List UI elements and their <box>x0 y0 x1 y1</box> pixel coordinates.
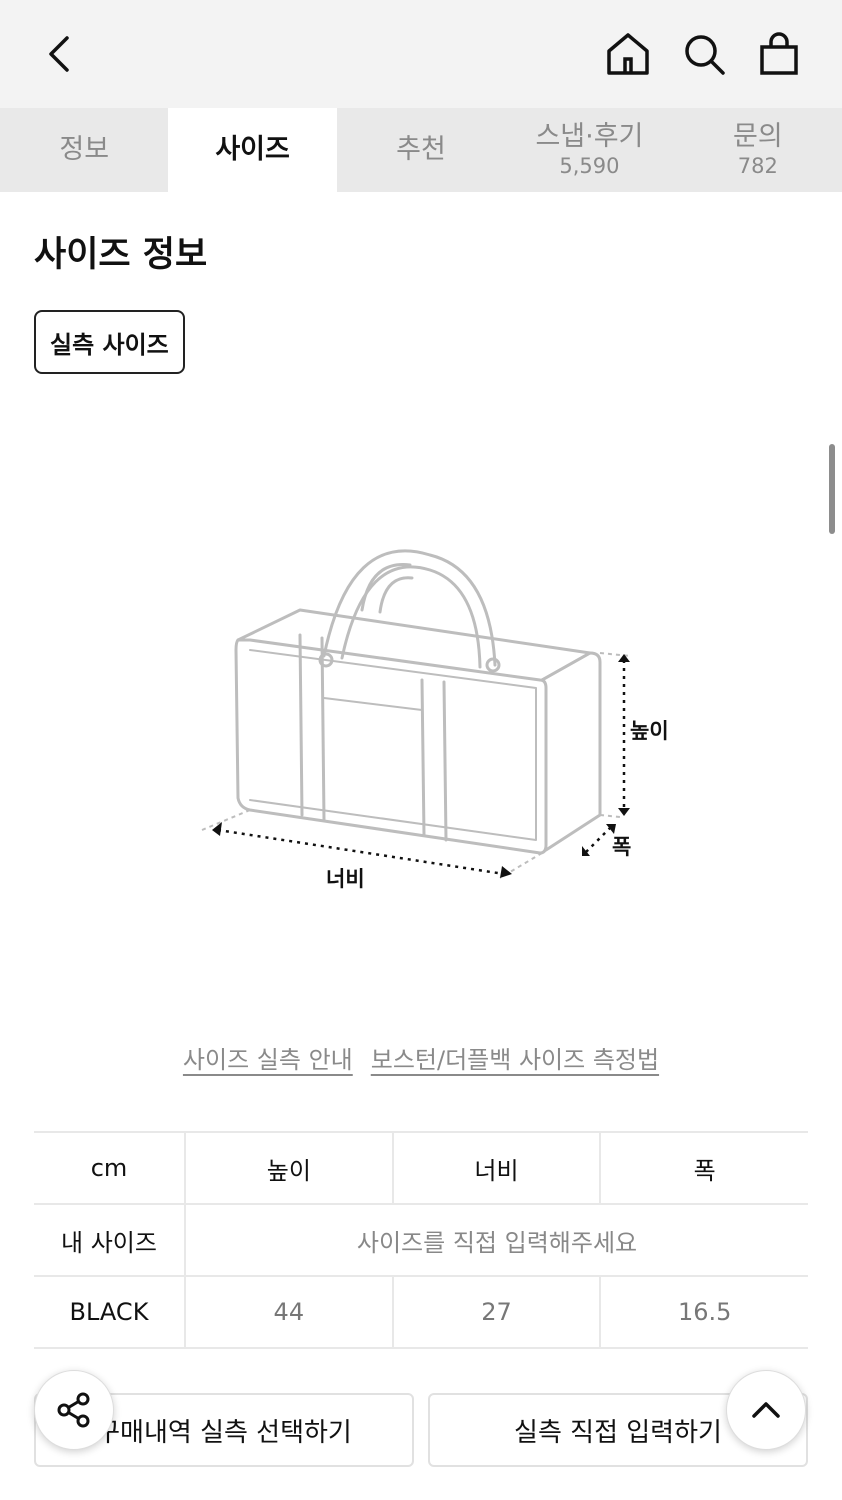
my-size-input[interactable]: 사이즈를 직접 입력해주세요 <box>184 1203 808 1277</box>
tab-label: 추천 <box>396 134 446 166</box>
header-cell: 너비 <box>391 1131 601 1205</box>
size-guide-link[interactable]: 사이즈 실측 안내 <box>183 1040 353 1075</box>
my-size-label: 내 사이즈 <box>34 1203 185 1277</box>
tab-info[interactable]: 정보 <box>0 108 168 192</box>
tab-count: 782 <box>737 154 778 179</box>
top-header <box>0 0 842 108</box>
table-row: BLACK 44 27 16.5 <box>34 1275 808 1349</box>
search-icon[interactable] <box>678 28 730 80</box>
share-icon[interactable] <box>34 1370 114 1450</box>
scroll-top-icon[interactable] <box>726 1370 806 1450</box>
tab-size[interactable]: 사이즈 <box>168 108 337 192</box>
section-title: 사이즈 정보 <box>34 235 208 275</box>
table-header-row: cm 높이 너비 폭 <box>34 1131 808 1205</box>
table-cell: 27 <box>391 1275 601 1349</box>
shopping-bag-icon[interactable] <box>753 28 805 80</box>
header-cell: 높이 <box>184 1131 393 1205</box>
size-table: cm 높이 너비 폭 내 사이즈 사이즈를 직접 입력해주세요 BLACK 44… <box>34 1131 808 1349</box>
tab-recommend[interactable]: 추천 <box>337 108 505 192</box>
size-guide-links: 사이즈 실측 안내 보스턴/더플백 사이즈 측정법 <box>0 1040 842 1075</box>
bag-size-diagram: 높이 너비 폭 <box>201 549 669 891</box>
width-label: 너비 <box>326 867 365 891</box>
depth-label: 폭 <box>612 835 631 859</box>
tab-label: 스냅·후기 <box>535 121 644 153</box>
height-label: 높이 <box>630 719 669 743</box>
tab-bar: 정보 사이즈 추천 스냅·후기 5,590 문의 782 <box>0 108 842 192</box>
tab-count: 5,590 <box>559 154 620 179</box>
my-size-row: 내 사이즈 사이즈를 직접 입력해주세요 <box>34 1203 808 1277</box>
measurement-method-link[interactable]: 보스턴/더플백 사이즈 측정법 <box>371 1040 659 1075</box>
tab-inquiry[interactable]: 문의 782 <box>674 108 842 192</box>
tab-label: 문의 <box>732 121 783 153</box>
back-icon[interactable] <box>34 28 86 80</box>
header-cell: cm <box>34 1131 185 1205</box>
header-cell: 폭 <box>599 1131 808 1205</box>
scrollbar[interactable] <box>829 444 835 534</box>
row-name: BLACK <box>34 1275 185 1349</box>
home-icon[interactable] <box>602 28 654 80</box>
tab-label: 사이즈 <box>215 134 290 166</box>
table-cell: 44 <box>184 1275 393 1349</box>
table-cell: 16.5 <box>599 1275 808 1349</box>
actual-size-chip[interactable]: 실측 사이즈 <box>34 310 185 374</box>
tab-label: 정보 <box>59 134 110 166</box>
tab-snap-review[interactable]: 스냅·후기 5,590 <box>505 108 673 192</box>
